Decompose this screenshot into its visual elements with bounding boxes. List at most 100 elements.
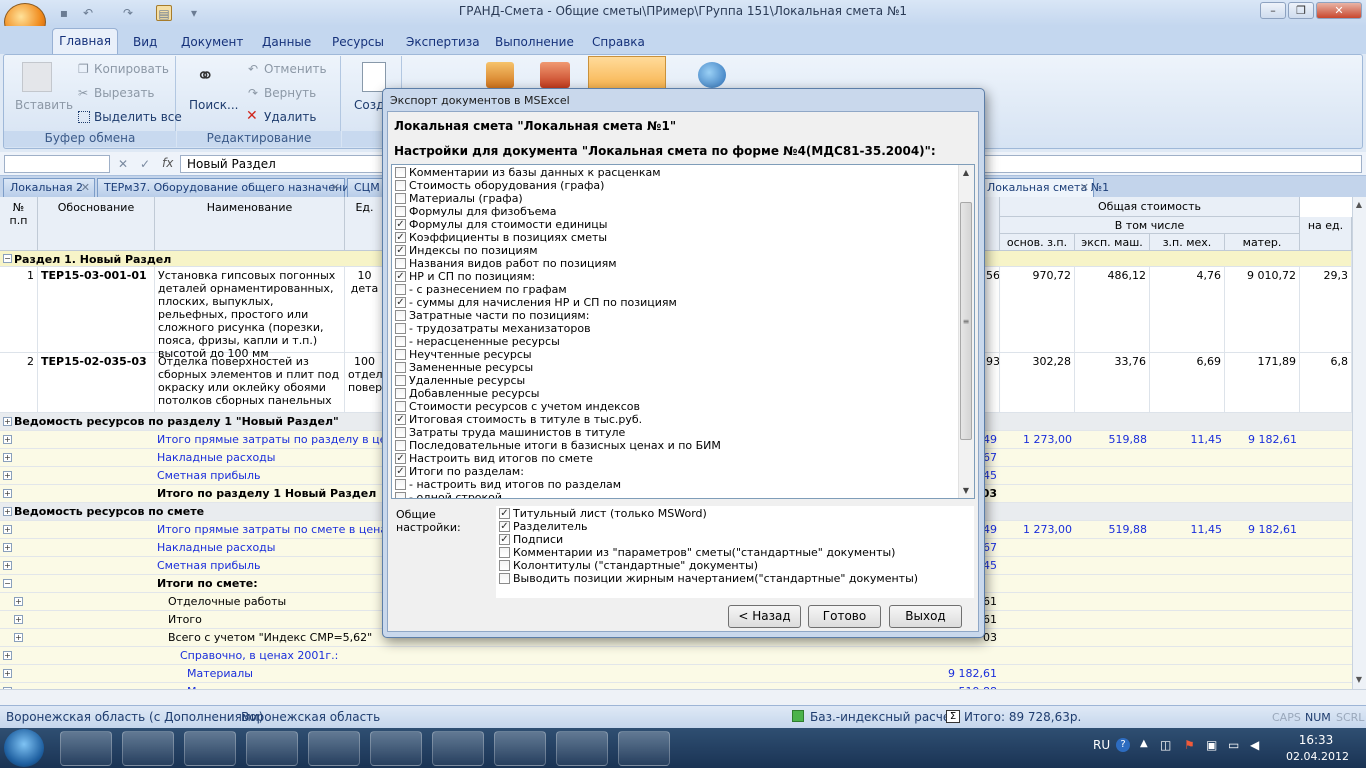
- checkbox[interactable]: ✓: [499, 521, 510, 532]
- excel-taskbar-icon[interactable]: [370, 731, 422, 766]
- expand-icon[interactable]: +: [3, 507, 12, 516]
- row-cost[interactable]: 56: [985, 267, 1000, 353]
- collapse-icon[interactable]: −: [3, 254, 12, 263]
- status-region-extended[interactable]: Воронежская область (с Дополнениями): [6, 710, 263, 724]
- function-icon[interactable]: fx: [162, 156, 173, 170]
- col-header-total[interactable]: Общая стоимость: [1000, 197, 1300, 217]
- checkbox[interactable]: [395, 440, 406, 451]
- tab-expertise[interactable]: Экспертиза: [406, 35, 480, 49]
- scroll-up-icon[interactable]: ▲: [1354, 200, 1364, 210]
- checkbox[interactable]: ✓: [395, 232, 406, 243]
- status-calc-mode[interactable]: Баз.-индексный расчет: [810, 710, 957, 724]
- row-mat[interactable]: 171,89: [1225, 353, 1300, 413]
- row-unit[interactable]: 10 дета: [345, 267, 385, 353]
- tab-help[interactable]: Справка: [592, 35, 645, 49]
- checkbox[interactable]: [499, 573, 510, 584]
- media-player-taskbar-icon[interactable]: [184, 731, 236, 766]
- scroll-down-icon[interactable]: ▼: [1354, 675, 1364, 685]
- undo-button[interactable]: Отменить: [264, 62, 327, 76]
- help-icon[interactable]: ?: [1116, 738, 1130, 752]
- expand-icon[interactable]: +: [3, 489, 12, 498]
- scroll-down-icon[interactable]: ▼: [960, 486, 972, 496]
- col-header-incl[interactable]: В том числе: [1000, 217, 1300, 234]
- checkbox[interactable]: [395, 180, 406, 191]
- row-zp[interactable]: 970,72: [1000, 267, 1075, 353]
- checkbox[interactable]: ✓: [499, 534, 510, 545]
- checkbox[interactable]: [395, 167, 406, 178]
- checkbox[interactable]: [395, 258, 406, 269]
- checkbox[interactable]: [395, 479, 406, 490]
- status-region[interactable]: Воронежская область: [241, 710, 380, 724]
- checkbox[interactable]: ✓: [395, 219, 406, 230]
- tab-data[interactable]: Данные: [262, 35, 311, 49]
- col-header-unit[interactable]: Ед.: [345, 197, 385, 251]
- grand-smeta-taskbar-icon[interactable]: [494, 731, 546, 766]
- explorer-taskbar-icon[interactable]: [122, 731, 174, 766]
- checkbox[interactable]: [395, 349, 406, 360]
- expand-icon[interactable]: +: [3, 453, 12, 462]
- tab-resources[interactable]: Ресурсы: [332, 35, 384, 49]
- name-box[interactable]: [4, 155, 110, 173]
- back-button[interactable]: < Назад: [728, 605, 801, 628]
- row-unit[interactable]: 100 отдели поверх: [345, 353, 385, 413]
- checkbox[interactable]: [395, 284, 406, 295]
- checkbox[interactable]: [395, 492, 406, 498]
- tab-view[interactable]: Вид: [133, 35, 157, 49]
- checkbox[interactable]: [395, 388, 406, 399]
- row-em[interactable]: 486,12: [1075, 267, 1150, 353]
- table-row[interactable]: + Материалы 9 182,61: [0, 665, 1352, 683]
- checkbox[interactable]: [395, 362, 406, 373]
- folder-icon[interactable]: [486, 62, 514, 88]
- checkbox[interactable]: [499, 547, 510, 558]
- general-settings-list[interactable]: ✓ Титульный лист (только MSWord) ✓ Разделит…: [496, 506, 974, 598]
- exit-button[interactable]: Выход: [889, 605, 962, 628]
- close-tab-icon[interactable]: ✕: [1080, 181, 1089, 194]
- checkbox[interactable]: [395, 336, 406, 347]
- checkbox[interactable]: ✓: [395, 297, 406, 308]
- export-icon[interactable]: [540, 62, 570, 88]
- col-header-em[interactable]: эксп. маш.: [1075, 234, 1150, 251]
- checkbox[interactable]: ✓: [395, 271, 406, 282]
- confirm-edit-icon[interactable]: ✓: [140, 157, 150, 171]
- scroll-up-icon[interactable]: ▲: [960, 168, 972, 178]
- options-list[interactable]: Комментарии из базы данных к расценкам Ст…: [391, 164, 975, 499]
- checkbox[interactable]: [499, 560, 510, 571]
- expand-icon[interactable]: +: [3, 651, 12, 660]
- ie-taskbar-icon[interactable]: [60, 731, 112, 766]
- device-icon[interactable]: ▣: [1206, 738, 1217, 752]
- options-scroll-thumb[interactable]: ≡: [960, 202, 972, 440]
- status-total[interactable]: Итого: 89 728,63р.: [964, 710, 1081, 724]
- checkbox[interactable]: ✓: [395, 453, 406, 464]
- checkbox[interactable]: [395, 206, 406, 217]
- table-button[interactable]: [588, 56, 666, 89]
- maximize-button[interactable]: ❐: [1288, 2, 1314, 19]
- clock-date[interactable]: 02.04.2012: [1286, 750, 1349, 763]
- word-taskbar-icon[interactable]: [246, 731, 298, 766]
- checkbox[interactable]: ✓: [395, 245, 406, 256]
- globe-icon[interactable]: [698, 62, 726, 88]
- tray-expand-icon[interactable]: ▲: [1140, 738, 1148, 749]
- clock-time[interactable]: 16:33: [1296, 733, 1336, 747]
- expand-icon[interactable]: +: [14, 597, 23, 606]
- expand-icon[interactable]: +: [3, 561, 12, 570]
- row-zm[interactable]: 4,76: [1150, 267, 1225, 353]
- paste-button[interactable]: Вставить: [15, 98, 73, 112]
- doc-tab-scm[interactable]: СЦМ: [347, 178, 383, 197]
- row-per[interactable]: 29,3: [1300, 267, 1352, 353]
- col-header-basis[interactable]: Обоснование: [38, 197, 155, 251]
- col-header-mat[interactable]: матер.: [1225, 234, 1300, 251]
- row-code[interactable]: ТЕР15-02-035-03: [38, 353, 155, 413]
- row-em[interactable]: 33,76: [1075, 353, 1150, 413]
- grand-smeta2-taskbar-icon[interactable]: [556, 731, 608, 766]
- tab-document[interactable]: Документ: [181, 35, 243, 49]
- row-zp[interactable]: 302,28: [1000, 353, 1075, 413]
- doc-tab-term37[interactable]: ТЕРм37. Оборудование общего назначения ✕: [97, 178, 356, 197]
- cancel-edit-icon[interactable]: ✕: [118, 157, 128, 171]
- col-header-num[interactable]: № п.п: [0, 197, 38, 251]
- network-icon[interactable]: ◫: [1160, 738, 1171, 752]
- col-header-c1[interactable]: [985, 197, 1000, 251]
- doc-tab-local1[interactable]: Локальная смета №1 ✕: [980, 178, 1109, 197]
- select-all-button[interactable]: Выделить все: [94, 110, 182, 124]
- redo-button[interactable]: Вернуть: [264, 86, 316, 100]
- expand-icon[interactable]: +: [3, 417, 12, 426]
